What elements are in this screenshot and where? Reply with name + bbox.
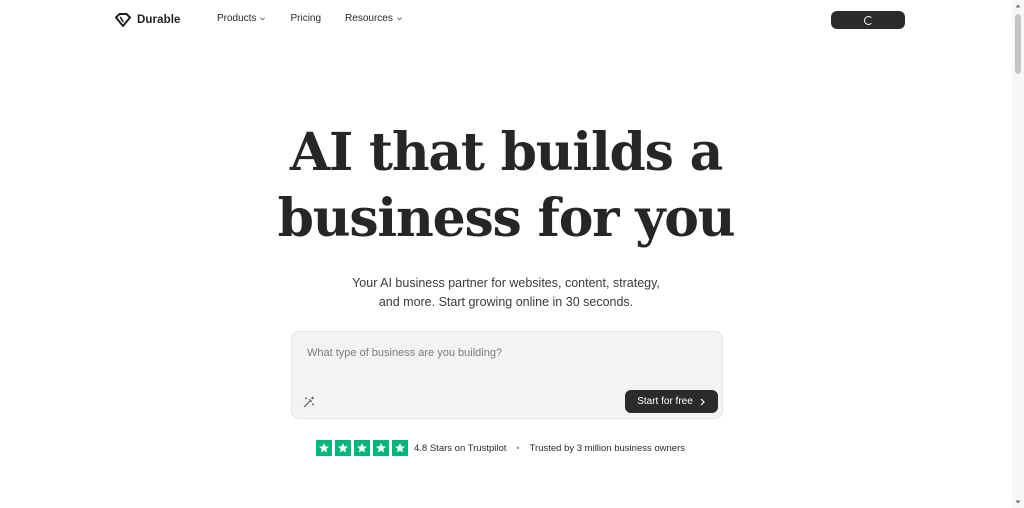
hero-subtitle-line: Your AI business partner for websites, c… [352,276,660,290]
trust-row: 4.8 Stars on Trustpilot • Trusted by 3 m… [316,440,685,456]
nav-item-products[interactable]: Products [217,13,266,24]
chevron-down-icon [260,17,266,21]
header-cta-button[interactable] [831,11,905,29]
loading-spinner-icon [863,15,873,25]
hero-title-line: AI that builds a [289,122,724,183]
business-type-input[interactable] [307,345,707,361]
scroll-down-arrow-icon[interactable] [1015,499,1021,505]
brand-name: Durable [137,14,181,26]
chevron-down-icon [396,17,402,21]
star-icon [373,440,389,456]
star-icon [335,440,351,456]
nav-item-resources[interactable]: Resources [345,13,403,24]
nav-item-label: Products [217,13,257,24]
brand-logo[interactable]: Durable [115,12,181,28]
start-button-label: Start for free [637,396,693,407]
diamond-logo-icon [115,13,131,27]
magic-wand-icon[interactable] [303,396,315,408]
nav-item-label: Pricing [290,13,322,24]
scroll-up-arrow-icon[interactable] [1015,3,1021,9]
hero-subtitle: Your AI business partner for websites, c… [0,274,1012,312]
separator-dot: • [516,443,520,453]
star-icon [354,440,370,456]
scrollbar-thumb[interactable] [1015,14,1021,74]
trustpilot-stars [316,440,408,456]
hero-title: AI that builds a business for you [0,120,1012,252]
site-header: Durable Products Pricing Resources [0,0,1012,40]
star-icon [316,440,332,456]
star-icon [392,440,408,456]
trusted-by-text: Trusted by 3 million business owners [529,442,685,454]
hero-subtitle-line: and more. Start growing online in 30 sec… [378,295,634,309]
start-for-free-button[interactable]: Start for free [625,390,718,413]
page-scrollbar[interactable] [1012,0,1024,508]
nav-item-pricing[interactable]: Pricing [290,13,321,24]
business-prompt-box: Start for free [291,331,723,419]
hero-title-line: business for you [277,188,736,249]
trustpilot-rating: 4.8 Stars on Trustpilot [414,442,507,454]
main-nav: Products Pricing Resources [217,13,403,24]
nav-item-label: Resources [345,13,393,24]
chevron-right-icon [700,398,705,405]
